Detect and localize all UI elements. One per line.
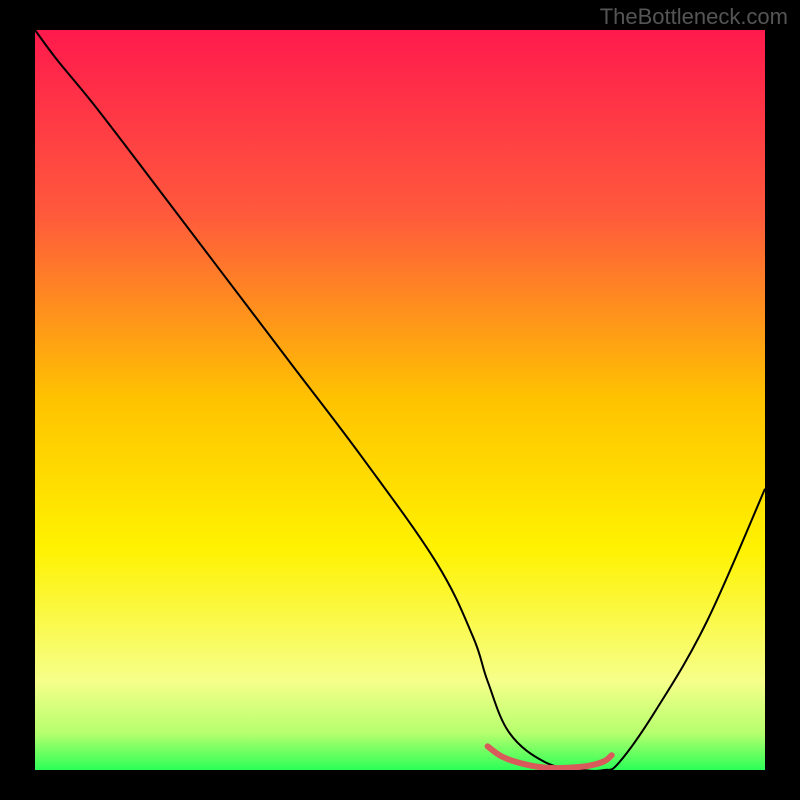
curve-layer xyxy=(35,30,765,770)
watermark-text: TheBottleneck.com xyxy=(600,4,788,30)
bottleneck-curve-path xyxy=(35,30,765,770)
plot-area xyxy=(35,30,765,770)
